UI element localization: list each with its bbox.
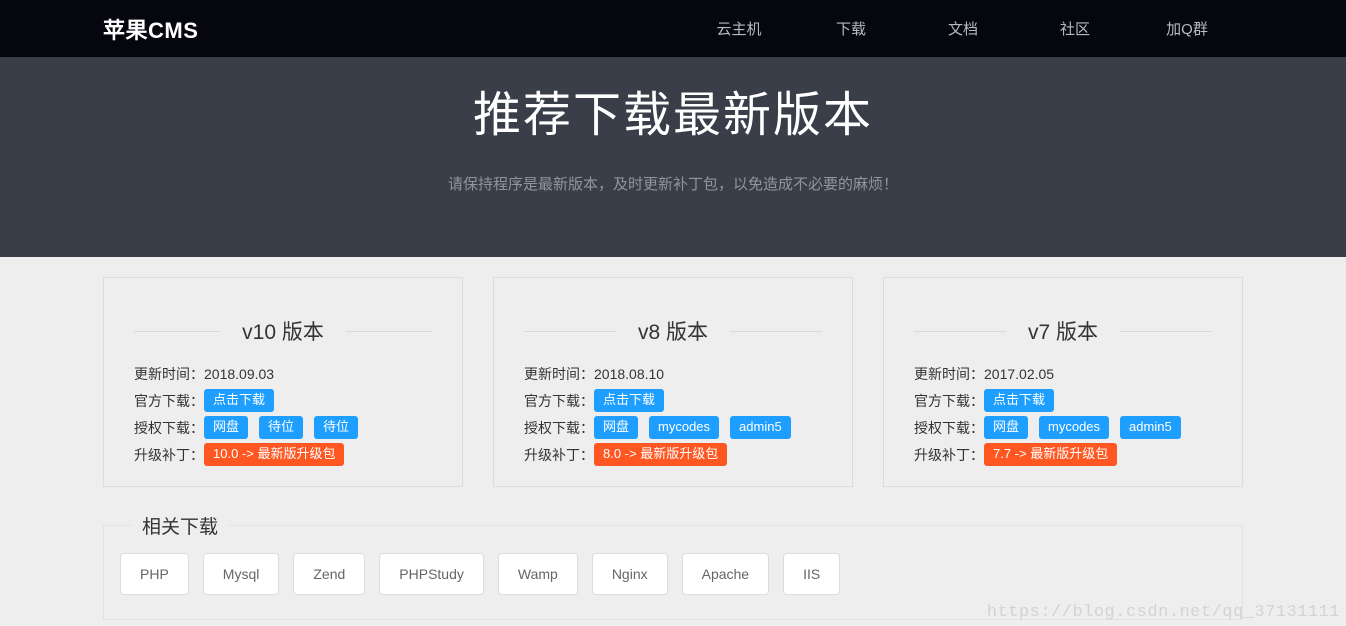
patch-label: 升级补丁： bbox=[134, 445, 204, 465]
title-divider-line bbox=[1120, 331, 1212, 332]
card-title-row: v8 版本 bbox=[524, 318, 822, 344]
card-title-row: v7 版本 bbox=[914, 318, 1212, 344]
auth-download-button[interactable]: mycodes bbox=[649, 416, 719, 438]
auth-download-button[interactable]: mycodes bbox=[1039, 416, 1109, 438]
auth-download-button[interactable]: 网盘 bbox=[204, 416, 248, 438]
official-download-row: 官方下载： 点击下载 bbox=[134, 387, 432, 414]
related-download-mysql[interactable]: Mysql bbox=[203, 553, 280, 595]
hero-banner: 推荐下载最新版本 请保持程序是最新版本，及时更新补丁包，以免造成不必要的麻烦！ bbox=[0, 57, 1346, 257]
nav-link-qq-group[interactable]: 加Q群 bbox=[1131, 18, 1243, 39]
official-download-label: 官方下载： bbox=[134, 391, 204, 411]
official-download-button[interactable]: 点击下载 bbox=[984, 389, 1054, 411]
auth-download-label: 授权下载： bbox=[524, 418, 594, 438]
patch-label: 升级补丁： bbox=[914, 445, 984, 465]
related-downloads-title: 相关下载 bbox=[132, 512, 228, 539]
nav-links: 云主机 下载 文档 社区 加Q群 bbox=[683, 18, 1243, 39]
auth-download-row: 授权下载： 网盘 mycodes admin5 bbox=[524, 414, 822, 441]
patch-row: 升级补丁： 8.0 -> 最新版升级包 bbox=[524, 441, 822, 468]
related-download-wamp[interactable]: Wamp bbox=[498, 553, 578, 595]
card-title: v8 版本 bbox=[638, 316, 708, 346]
auth-download-button[interactable]: 网盘 bbox=[984, 416, 1028, 438]
card-title: v10 版本 bbox=[242, 316, 324, 346]
patch-download-button[interactable]: 7.7 -> 最新版升级包 bbox=[984, 443, 1117, 465]
update-time-label: 更新时间： bbox=[524, 364, 594, 384]
update-time-row: 更新时间： 2018.08.10 bbox=[524, 360, 822, 387]
auth-download-label: 授权下载： bbox=[914, 418, 984, 438]
official-download-button[interactable]: 点击下载 bbox=[594, 389, 664, 411]
patch-download-button[interactable]: 10.0 -> 最新版升级包 bbox=[204, 443, 344, 465]
nav-link-docs[interactable]: 文档 bbox=[907, 18, 1019, 39]
update-time-value: 2018.08.10 bbox=[594, 366, 664, 382]
related-download-nginx[interactable]: Nginx bbox=[592, 553, 668, 595]
title-divider-line bbox=[346, 331, 432, 332]
version-card-v8: v8 版本 更新时间： 2018.08.10 官方下载： 点击下载 授权下载： … bbox=[493, 277, 853, 487]
patch-row: 升级补丁： 10.0 -> 最新版升级包 bbox=[134, 441, 432, 468]
title-divider-line bbox=[134, 331, 220, 332]
related-download-phpstudy[interactable]: PHPStudy bbox=[379, 553, 484, 595]
title-divider-line bbox=[524, 331, 616, 332]
patch-row: 升级补丁： 7.7 -> 最新版升级包 bbox=[914, 441, 1212, 468]
update-time-label: 更新时间： bbox=[134, 364, 204, 384]
auth-download-row: 授权下载： 网盘 待位 待位 bbox=[134, 414, 432, 441]
card-title: v7 版本 bbox=[1028, 316, 1098, 346]
navbar: 苹果CMS 云主机 下载 文档 社区 加Q群 bbox=[0, 0, 1346, 57]
patch-download-button[interactable]: 8.0 -> 最新版升级包 bbox=[594, 443, 727, 465]
related-download-apache[interactable]: Apache bbox=[682, 553, 769, 595]
version-card-v7: v7 版本 更新时间： 2017.02.05 官方下载： 点击下载 授权下载： … bbox=[883, 277, 1243, 487]
official-download-label: 官方下载： bbox=[914, 391, 984, 411]
official-download-row: 官方下载： 点击下载 bbox=[524, 387, 822, 414]
version-cards-row: v10 版本 更新时间： 2018.09.03 官方下载： 点击下载 授权下载：… bbox=[103, 277, 1243, 487]
update-time-value: 2018.09.03 bbox=[204, 366, 274, 382]
auth-download-button[interactable]: 网盘 bbox=[594, 416, 638, 438]
nav-link-cloud-host[interactable]: 云主机 bbox=[683, 18, 795, 39]
title-divider-line bbox=[730, 331, 822, 332]
update-time-label: 更新时间： bbox=[914, 364, 984, 384]
related-buttons-row: PHP Mysql Zend PHPStudy Wamp Nginx Apach… bbox=[120, 553, 1226, 595]
update-time-value: 2017.02.05 bbox=[984, 366, 1054, 382]
official-download-row: 官方下载： 点击下载 bbox=[914, 387, 1212, 414]
brand-logo[interactable]: 苹果CMS bbox=[103, 13, 198, 45]
update-time-row: 更新时间： 2017.02.05 bbox=[914, 360, 1212, 387]
update-time-row: 更新时间： 2018.09.03 bbox=[134, 360, 432, 387]
nav-link-community[interactable]: 社区 bbox=[1019, 18, 1131, 39]
nav-link-download[interactable]: 下载 bbox=[795, 18, 907, 39]
official-download-button[interactable]: 点击下载 bbox=[204, 389, 274, 411]
official-download-label: 官方下载： bbox=[524, 391, 594, 411]
card-title-row: v10 版本 bbox=[134, 318, 432, 344]
related-download-zend[interactable]: Zend bbox=[293, 553, 365, 595]
auth-download-button[interactable]: 待位 bbox=[259, 416, 303, 438]
main-content: v10 版本 更新时间： 2018.09.03 官方下载： 点击下载 授权下载：… bbox=[103, 277, 1243, 620]
patch-label: 升级补丁： bbox=[524, 445, 594, 465]
title-divider-line bbox=[914, 331, 1006, 332]
version-card-v10: v10 版本 更新时间： 2018.09.03 官方下载： 点击下载 授权下载：… bbox=[103, 277, 463, 487]
auth-download-label: 授权下载： bbox=[134, 418, 204, 438]
hero-title: 推荐下载最新版本 bbox=[0, 57, 1346, 145]
hero-subtitle: 请保持程序是最新版本，及时更新补丁包，以免造成不必要的麻烦！ bbox=[0, 173, 1346, 194]
related-download-php[interactable]: PHP bbox=[120, 553, 189, 595]
csdn-watermark: https://blog.csdn.net/qq_37131111 bbox=[987, 603, 1340, 622]
auth-download-row: 授权下载： 网盘 mycodes admin5 bbox=[914, 414, 1212, 441]
related-download-iis[interactable]: IIS bbox=[783, 553, 840, 595]
auth-download-button[interactable]: 待位 bbox=[314, 416, 358, 438]
auth-download-button[interactable]: admin5 bbox=[1120, 416, 1181, 438]
auth-download-button[interactable]: admin5 bbox=[730, 416, 791, 438]
